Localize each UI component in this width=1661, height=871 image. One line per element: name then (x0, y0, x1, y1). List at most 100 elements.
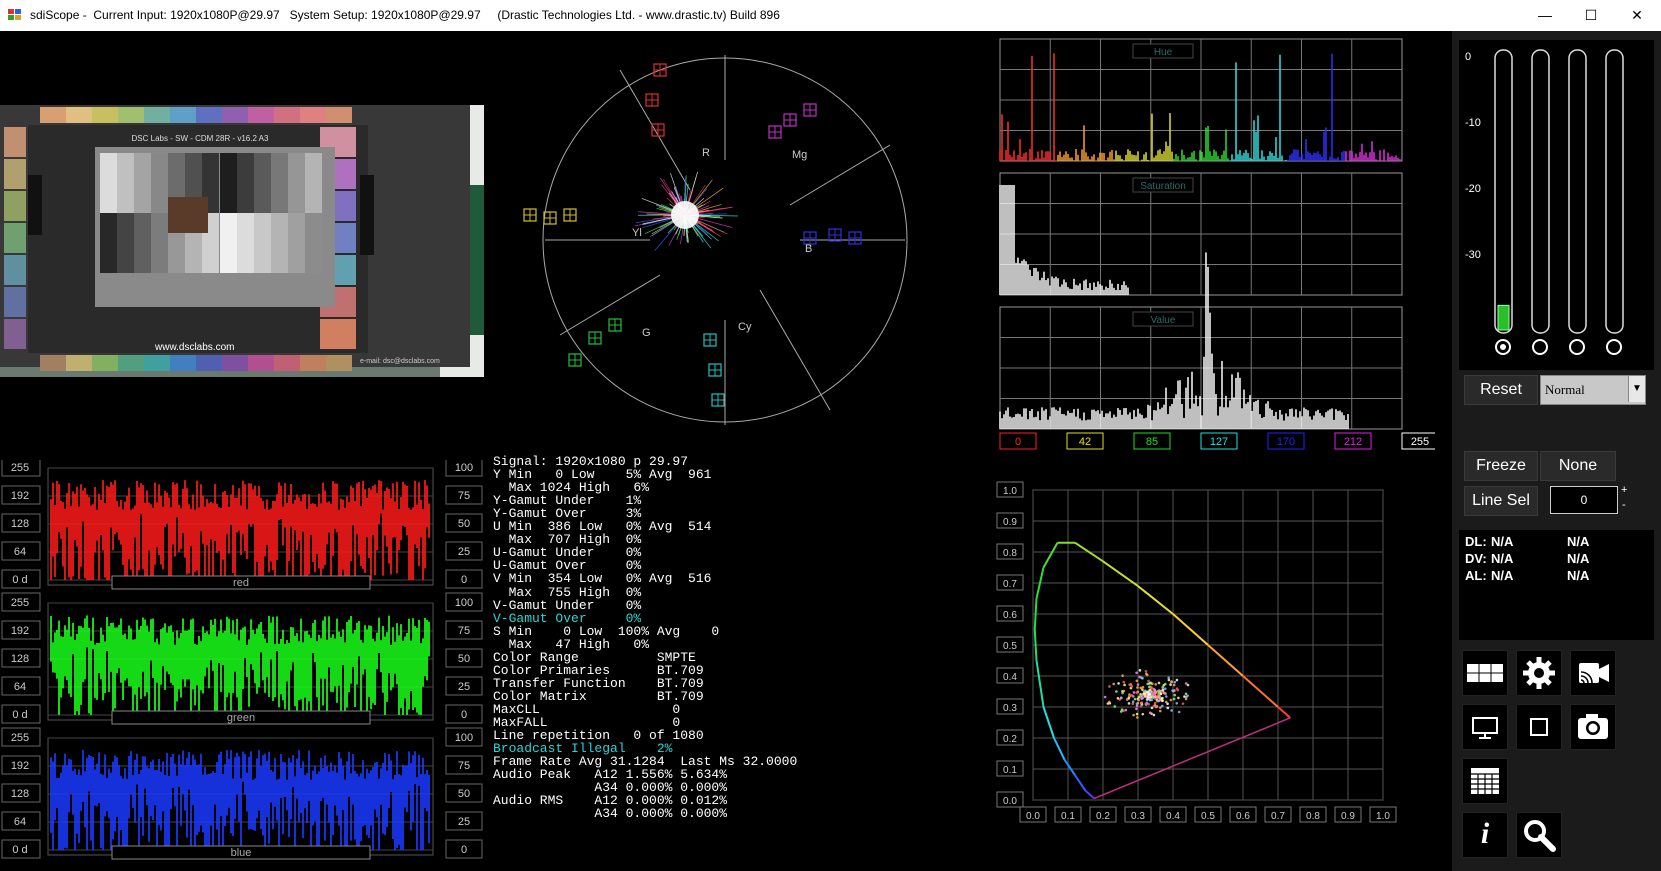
info-v2: N/A (1567, 568, 1590, 583)
stat-line: Frame Rate Avg 31.1284 Last Ms 32.0000 (493, 754, 798, 770)
vector-label-cy: Cy (738, 321, 752, 333)
waveform-right-tick: 50 (458, 653, 470, 665)
waveform-left-tick: 0 d (12, 844, 27, 856)
none-button[interactable]: None (1540, 451, 1616, 481)
stat-line: Line repetition 0 of 1080 (493, 728, 704, 744)
vector-label-b: B (805, 243, 812, 255)
waveform-right-tick: 50 (458, 518, 470, 530)
meter-select-radio[interactable] (1606, 339, 1622, 355)
stat-line: Y Min 0 Low 5% Avg 961 (493, 467, 712, 483)
waveform-channel-label: red (233, 577, 249, 589)
info-label: AL: (1465, 568, 1487, 583)
cie-y-tick: 0.8 (1003, 548, 1017, 559)
waveform-left-tick: 128 (11, 653, 29, 665)
histogram-title: Saturation (1140, 181, 1186, 192)
waveform-left-tick: 64 (14, 681, 26, 693)
stat-line: Audio Peak A12 1.556% 5.634% (493, 767, 728, 783)
layout-icon[interactable] (1462, 650, 1508, 696)
waveform-channel-label: blue (231, 847, 252, 859)
stat-line: Audio RMS A12 0.000% 0.012% (493, 793, 728, 809)
waveform-right-tick: 25 (458, 681, 470, 693)
meter-select-radio[interactable] (1532, 339, 1548, 355)
meter-scale-label: -20 (1465, 183, 1481, 195)
cie-y-tick: 1.0 (1003, 486, 1017, 497)
meter-scale-label: 0 (1465, 51, 1471, 63)
chart-title: DSC Labs - SW - CDM 28R - v16.2 A3 (132, 134, 269, 143)
stat-line: Max 707 High 0% (493, 532, 642, 548)
info-panel: DL: N/A N/A DV: N/A N/A AL: N/A N/A (1459, 530, 1654, 640)
meter-scale-label: -10 (1465, 117, 1481, 129)
mode-select[interactable]: Normal ▼ (1540, 375, 1646, 405)
settings-gear-icon[interactable] (1516, 650, 1562, 696)
stat-line: Transfer Function BT.709 (493, 675, 704, 691)
stat-line: S Min 0 Low 100% Avg 0 (493, 623, 720, 639)
vector-label-yl: Yl (632, 227, 642, 239)
line-select-button[interactable]: Line Sel (1464, 486, 1538, 516)
line-select-input[interactable]: 0 (1550, 486, 1618, 514)
monitor-icon[interactable] (1462, 704, 1508, 750)
cie-x-tick: 1.0 (1376, 811, 1390, 822)
info-v1: N/A (1491, 568, 1514, 583)
minimize-button[interactable]: — (1522, 0, 1568, 31)
chevron-down-icon[interactable]: ▼ (1628, 376, 1645, 402)
table-icon[interactable] (1462, 758, 1508, 804)
waveform-right-tick: 50 (458, 788, 470, 800)
close-button[interactable]: ✕ (1614, 0, 1660, 31)
waveform-left-tick: 0 d (12, 709, 27, 721)
histogram-scale-label: 170 (1277, 436, 1295, 448)
waveform-right-tick: 100 (455, 732, 473, 744)
square-icon[interactable] (1516, 704, 1562, 750)
stat-line: V-Gamut Under 0% (493, 597, 642, 613)
cie-y-tick: 0.2 (1003, 734, 1017, 745)
stat-line: U-Gamut Under 0% (493, 545, 642, 561)
waveform-left-tick: 192 (11, 490, 29, 502)
stat-line: Color Range SMPTE (493, 649, 696, 665)
chart-website: www.dsclabs.com (154, 342, 234, 353)
stat-line: Signal: 1920x1080 p 29.97 (493, 454, 689, 469)
cie-y-tick: 0.3 (1003, 703, 1017, 714)
line-decrement-button[interactable]: - (1622, 499, 1626, 511)
stat-line: A34 0.000% 0.000% (493, 780, 728, 796)
waveform-right-tick: 75 (458, 760, 470, 772)
info-icon[interactable]: i (1462, 812, 1508, 858)
stat-line: U Min 386 Low 0% Avg 514 (493, 519, 712, 535)
waveform-left-tick: 192 (11, 760, 29, 772)
chart-email: e-mail: dsc@dsclabs.com (360, 358, 440, 365)
info-v2: N/A (1567, 551, 1590, 566)
mode-select-value: Normal (1545, 382, 1585, 397)
info-v1: N/A (1491, 551, 1514, 566)
cie-y-tick: 0.4 (1003, 672, 1017, 683)
stat-line: U-Gamut Over 0% (493, 558, 642, 574)
vector-label-g: G (642, 327, 651, 339)
freeze-button[interactable]: Freeze (1464, 451, 1538, 481)
cie-x-tick: 0.5 (1201, 811, 1215, 822)
waveform-right-tick: 25 (458, 816, 470, 828)
stat-line: Y-Gamut Under 1% (493, 493, 642, 509)
cie-x-tick: 0.0 (1026, 811, 1040, 822)
camera-icon[interactable] (1570, 704, 1616, 750)
info-label: DL: (1465, 534, 1487, 549)
waveform-left-tick: 128 (11, 518, 29, 530)
stat-line: Max 47 High 0% (493, 636, 650, 652)
reset-button[interactable]: Reset (1464, 375, 1538, 405)
cie-y-tick: 0.7 (1003, 579, 1017, 590)
waveform-right-tick: 100 (455, 462, 473, 474)
stat-line: A34 0.000% 0.000% (493, 806, 728, 822)
info-icon-glyph: i (1480, 817, 1490, 850)
waveform-left-tick: 128 (11, 788, 29, 800)
vector-label-mg: Mg (792, 149, 807, 161)
maximize-button[interactable]: ☐ (1568, 0, 1614, 31)
search-magnifier-icon[interactable] (1516, 812, 1562, 858)
cast-video-icon[interactable] (1570, 650, 1616, 696)
audio-meters: 0 -10 -20 -30 (1459, 40, 1654, 370)
vector-label-r: R (702, 147, 710, 159)
cie-x-tick: 0.3 (1131, 811, 1145, 822)
cie-x-tick: 0.2 (1096, 811, 1110, 822)
waveform-right-tick: 75 (458, 490, 470, 502)
meter-select-radio[interactable] (1569, 339, 1585, 355)
line-increment-button[interactable]: + (1621, 484, 1627, 496)
waveform-left-tick: 0 d (12, 574, 27, 586)
waveform-left-tick: 64 (14, 816, 26, 828)
cie-chromaticity-chart: 1.0 0.0 0.9 0.1 0.8 0.2 0.7 0.3 0.6 0.4 0.5 0.5 0.4 0… (996, 481, 1397, 823)
stat-line: MaxFALL 0 (493, 715, 681, 730)
